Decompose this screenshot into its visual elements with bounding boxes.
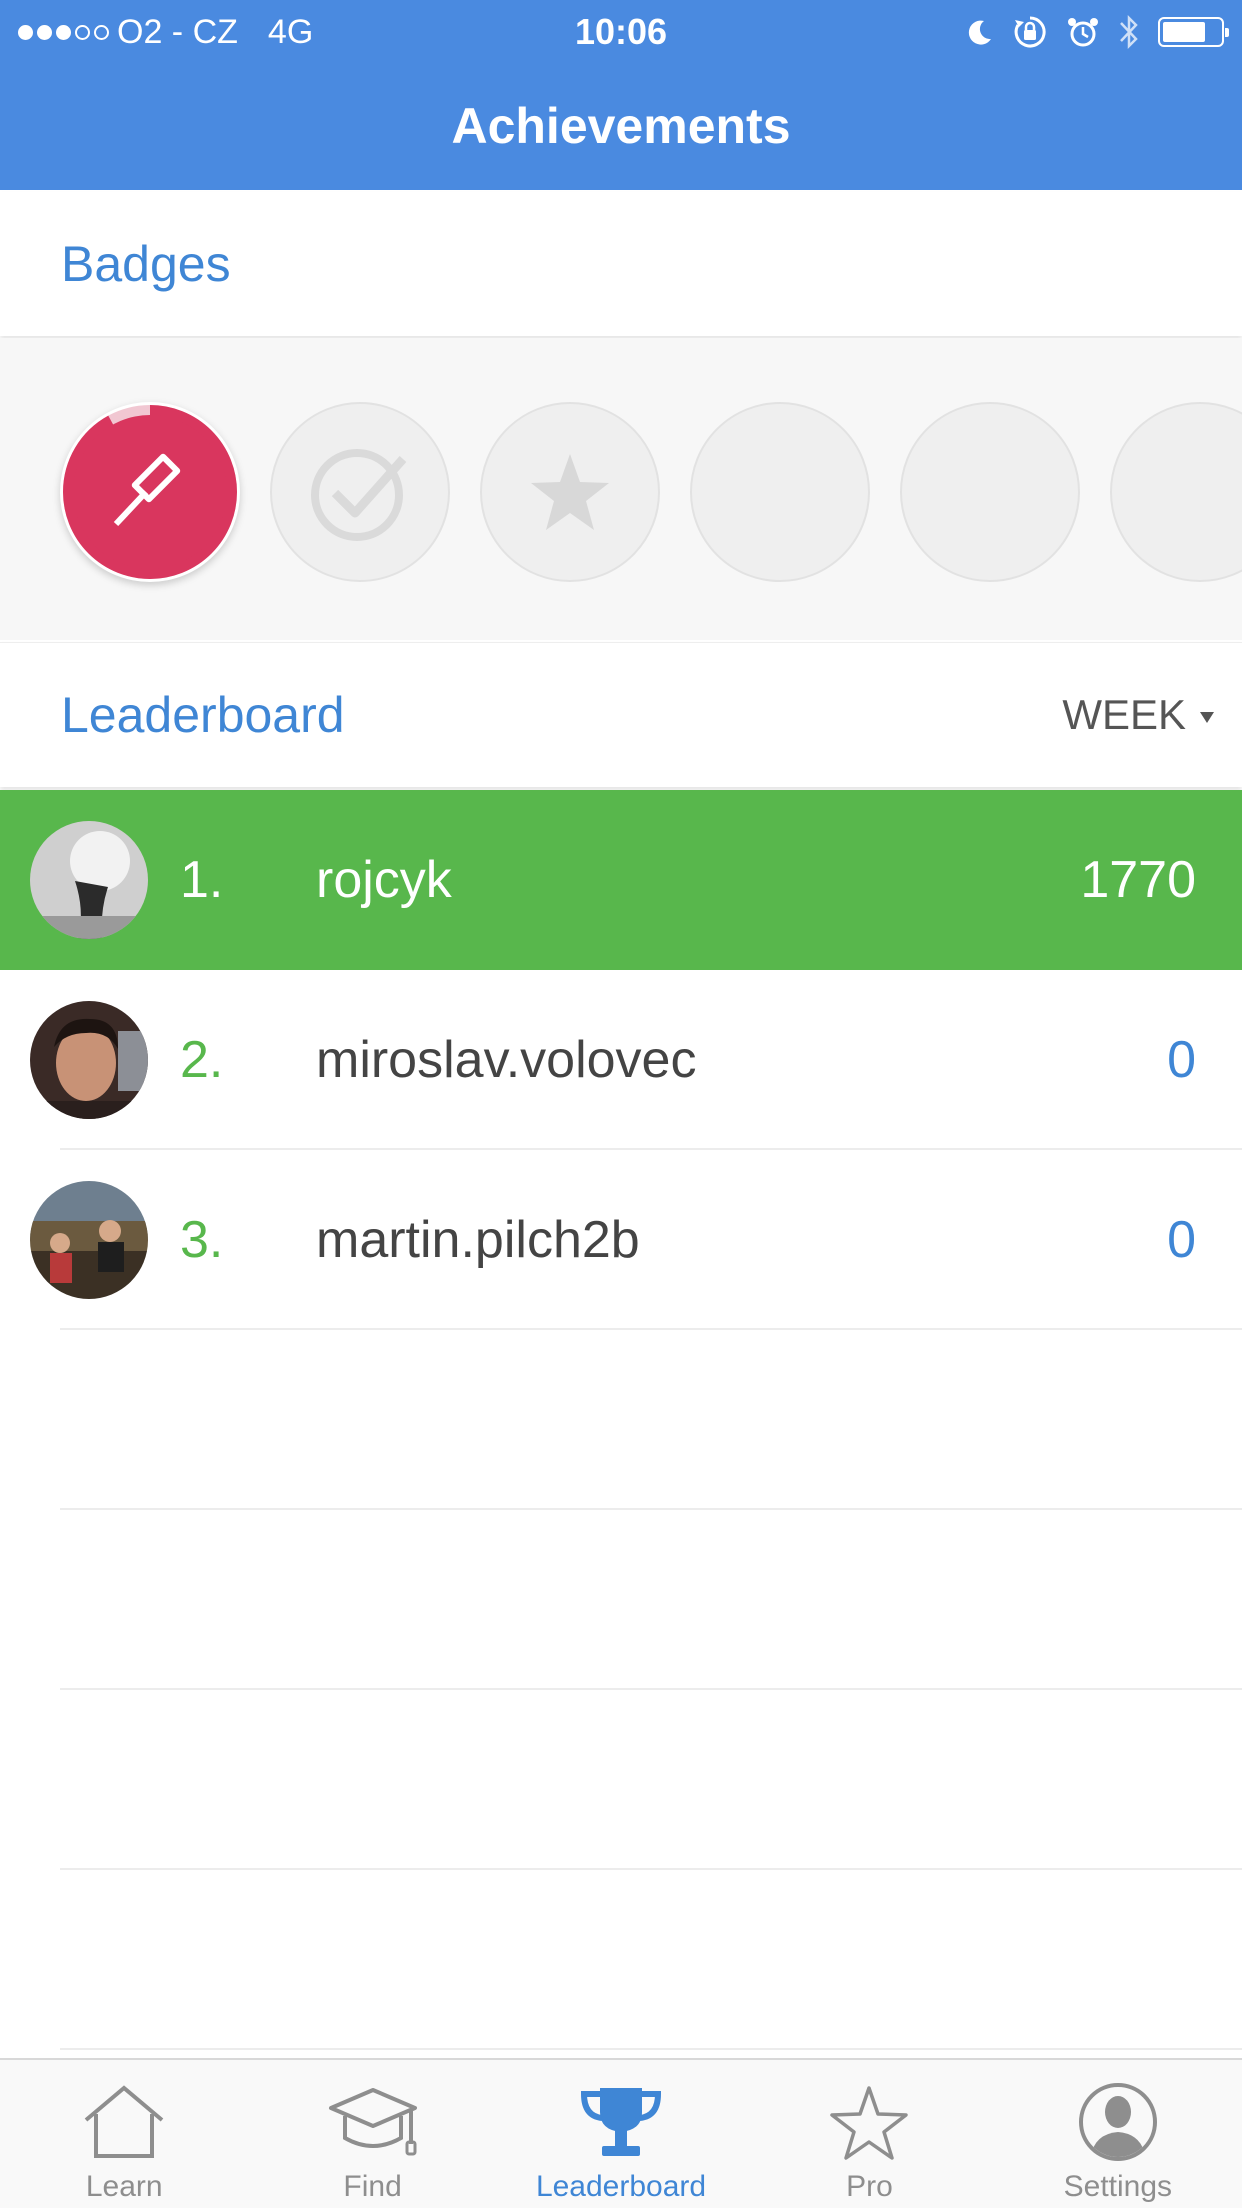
- period-label: WEEK: [1062, 691, 1186, 738]
- top-bar: O2 - CZ 4G 10:06 Achievements: [0, 0, 1242, 190]
- badge-locked[interactable]: [1110, 402, 1242, 582]
- rank: 2.: [180, 1031, 224, 1089]
- rank: 3.: [180, 1211, 224, 1269]
- tab-label: Learn: [85, 2170, 163, 2203]
- avatar: [30, 1181, 148, 1299]
- tab-pro[interactable]: Pro: [745, 2060, 993, 2208]
- star-icon: [830, 2086, 909, 2160]
- username: miroslav.volovec: [316, 1031, 697, 1089]
- graduation-cap-icon: [328, 2088, 417, 2156]
- caret-down-icon: [1200, 711, 1214, 723]
- house-icon: [84, 2085, 164, 2158]
- score: 1770: [1080, 851, 1196, 909]
- leaderboard-header: Leaderboard WEEK: [0, 642, 1242, 787]
- tab-settings[interactable]: Settings: [994, 2060, 1242, 2208]
- gavel-icon: [113, 453, 181, 527]
- person-icon: [1078, 2083, 1157, 2161]
- tab-bar: Learn Find Leaderboard Pro Settings: [0, 2058, 1242, 2208]
- badges-carousel[interactable]: [0, 338, 1242, 640]
- orientation-lock-icon: [1014, 16, 1046, 48]
- leaderboard-title: Leaderboard: [61, 687, 345, 743]
- tab-find[interactable]: Find: [248, 2060, 496, 2208]
- empty-row: [0, 1510, 1242, 1690]
- alarm-icon: [1068, 18, 1098, 47]
- score: 0: [1167, 1211, 1196, 1269]
- battery-level: [1163, 22, 1205, 42]
- avatar: [30, 821, 148, 939]
- tab-label: Find: [343, 2170, 402, 2203]
- badge-locked[interactable]: [270, 402, 450, 582]
- battery-icon: [1158, 17, 1229, 47]
- badge-earned[interactable]: [60, 402, 240, 582]
- checkmark-icon: [311, 449, 407, 541]
- status-icons: [964, 10, 1229, 54]
- empty-row: [0, 1330, 1242, 1510]
- tab-leaderboard[interactable]: Leaderboard: [497, 2060, 745, 2208]
- empty-row: [0, 1870, 1242, 2050]
- badge-locked[interactable]: [900, 402, 1080, 582]
- username: rojcyk: [316, 851, 452, 909]
- empty-row: [0, 1690, 1242, 1870]
- rank: 1.: [180, 851, 224, 909]
- badges-header: Badges: [0, 192, 1242, 336]
- star-icon: [531, 454, 609, 530]
- leaderboard-row[interactable]: 1. rojcyk 1770: [0, 790, 1242, 970]
- score: 0: [1167, 1031, 1196, 1089]
- badge-locked[interactable]: [690, 402, 870, 582]
- bluetooth-icon: [1120, 14, 1138, 50]
- tab-label: Leaderboard: [535, 2170, 707, 2203]
- tab-label: Settings: [1063, 2170, 1173, 2203]
- moon-icon: [968, 20, 991, 45]
- leaderboard-row[interactable]: 3. martin.pilch2b 0: [0, 1150, 1242, 1330]
- tab-label: Pro: [846, 2170, 893, 2203]
- trophy-icon: [581, 2088, 662, 2156]
- tab-learn[interactable]: Learn: [0, 2060, 248, 2208]
- period-dropdown[interactable]: WEEK: [1062, 643, 1214, 787]
- page-title: Achievements: [451, 98, 791, 154]
- leaderboard-row[interactable]: 2. miroslav.volovec 0: [0, 970, 1242, 1150]
- badges-title: Badges: [61, 236, 231, 292]
- username: martin.pilch2b: [316, 1211, 640, 1269]
- avatar: [30, 1001, 148, 1119]
- badge-locked[interactable]: [480, 402, 660, 582]
